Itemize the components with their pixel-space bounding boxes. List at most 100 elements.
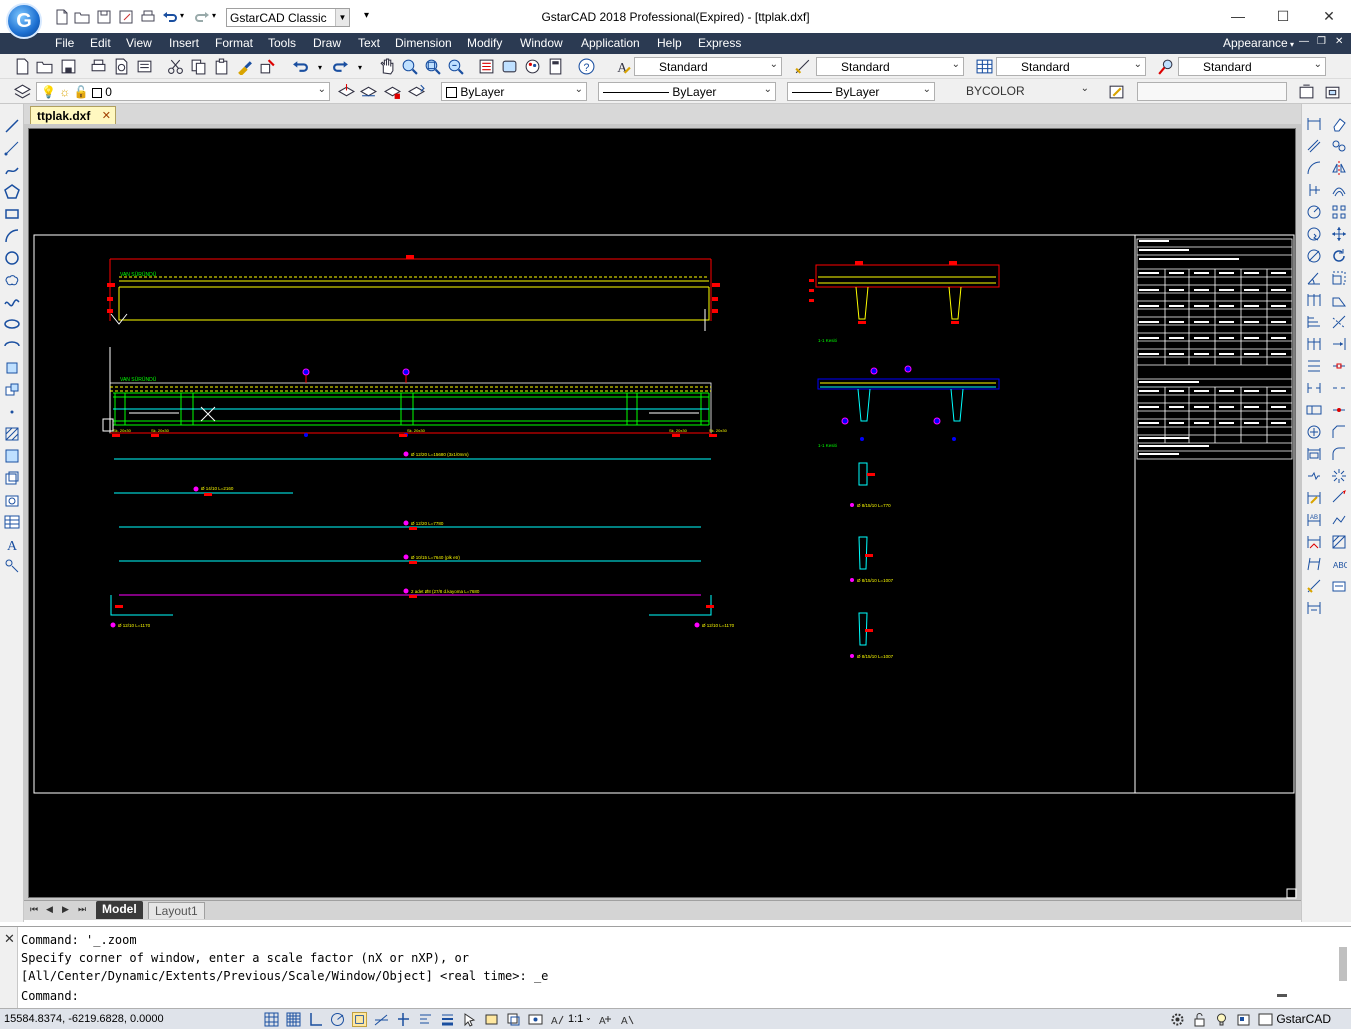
grid-icon[interactable] xyxy=(286,1012,301,1027)
menu-express[interactable]: Express xyxy=(698,36,741,50)
layer-previous-icon[interactable] xyxy=(360,83,377,100)
command-collapse-icon[interactable]: ▬ xyxy=(1277,989,1287,1000)
workspace-gear-icon[interactable] xyxy=(1170,1012,1185,1027)
menu-help[interactable]: Help xyxy=(657,36,682,50)
inspect-icon[interactable] xyxy=(1306,446,1322,462)
lineweight-icon[interactable] xyxy=(440,1012,455,1027)
hardware-acceleration-icon[interactable] xyxy=(1214,1012,1229,1027)
trim-icon[interactable] xyxy=(1331,314,1347,330)
fillet-icon[interactable] xyxy=(1331,446,1347,462)
help-icon[interactable]: ? xyxy=(578,58,595,75)
match-properties-icon[interactable] xyxy=(236,58,253,75)
annotation-add-icon[interactable]: A xyxy=(598,1012,613,1027)
scale-icon[interactable] xyxy=(1331,270,1347,286)
minimize-button[interactable]: — xyxy=(1228,6,1248,26)
ellipse-arc-icon[interactable] xyxy=(4,338,20,354)
color-select[interactable]: ByLayer ⌄ xyxy=(441,82,587,101)
app-logo-icon[interactable]: G xyxy=(6,3,42,39)
continue-dimension-icon[interactable] xyxy=(1306,336,1322,352)
menu-format[interactable]: Format xyxy=(215,36,253,50)
block-editor-icon[interactable] xyxy=(259,58,276,75)
close-button[interactable]: ✕ xyxy=(1319,6,1339,26)
annotation-scale-icon[interactable]: A xyxy=(550,1012,565,1027)
dim-style-select[interactable]: Standard ⌄ xyxy=(816,57,964,76)
polyline-icon[interactable] xyxy=(4,162,20,178)
dimension-edit-icon[interactable] xyxy=(1306,490,1322,506)
menu-edit[interactable]: Edit xyxy=(90,36,111,50)
dim-style-icon[interactable] xyxy=(794,58,811,75)
region-icon[interactable] xyxy=(4,470,20,486)
mirror-icon[interactable] xyxy=(1331,160,1347,176)
doc-close-button[interactable]: ✕ xyxy=(1335,36,1343,47)
join-icon[interactable] xyxy=(1331,402,1347,418)
pan-icon[interactable] xyxy=(378,58,395,75)
tab-layout1[interactable]: Layout1 xyxy=(148,902,205,919)
osnap-icon[interactable] xyxy=(352,1012,367,1027)
annotation-scale-value[interactable]: 1:1 xyxy=(568,1013,583,1025)
circle-icon[interactable] xyxy=(4,250,20,266)
close-icon[interactable]: ✕ xyxy=(4,931,15,947)
arc-length-icon[interactable] xyxy=(1306,160,1322,176)
ray-icon[interactable] xyxy=(4,140,20,156)
polygon-icon[interactable] xyxy=(4,184,20,200)
aligned-dimension-icon[interactable] xyxy=(1306,138,1322,154)
insert-block-icon[interactable] xyxy=(4,360,20,376)
oblique-icon[interactable] xyxy=(1306,556,1322,572)
add-selected-icon[interactable] xyxy=(4,558,20,574)
layer-manager-icon[interactable] xyxy=(14,83,31,100)
hatch-icon[interactable] xyxy=(4,426,20,442)
menu-tools[interactable]: Tools xyxy=(268,36,296,50)
plot-icon[interactable] xyxy=(90,58,107,75)
quick-dimension-icon[interactable] xyxy=(1306,292,1322,308)
tool-palettes-icon[interactable] xyxy=(524,58,541,75)
edit-hatch-icon[interactable] xyxy=(1331,534,1347,550)
gradient-icon[interactable] xyxy=(4,448,20,464)
layer-isolate-icon[interactable] xyxy=(408,83,425,100)
annotation-visibility-icon[interactable] xyxy=(528,1012,543,1027)
save-icon[interactable] xyxy=(60,58,77,75)
table-style-icon[interactable] xyxy=(976,58,993,75)
command-prompt[interactable]: Command: xyxy=(21,989,79,1003)
erase-icon[interactable] xyxy=(1331,116,1347,132)
break-point-icon[interactable] xyxy=(1331,358,1347,374)
paste-icon[interactable] xyxy=(213,58,230,75)
zoom-realtime-icon[interactable] xyxy=(401,58,418,75)
first-tab-icon[interactable]: ⏮ xyxy=(30,904,38,915)
rectangle-icon[interactable] xyxy=(4,206,20,222)
print-preview-icon[interactable] xyxy=(113,58,130,75)
last-tab-icon[interactable]: ⏭ xyxy=(78,904,86,915)
menu-file[interactable]: File xyxy=(55,36,74,50)
lengthen-icon[interactable] xyxy=(1331,490,1347,506)
jogged-linear-icon[interactable] xyxy=(1306,468,1322,484)
stretch-icon[interactable] xyxy=(1331,292,1347,308)
rotate-icon[interactable] xyxy=(1331,248,1347,264)
radius-dimension-icon[interactable] xyxy=(1306,204,1322,220)
point-icon[interactable] xyxy=(4,404,20,420)
polar-icon[interactable] xyxy=(330,1012,345,1027)
edit-text-icon[interactable]: ABC xyxy=(1331,556,1347,572)
menu-modify[interactable]: Modify xyxy=(467,36,502,50)
text-style-icon[interactable]: A xyxy=(614,58,631,75)
text-edit-icon[interactable] xyxy=(1108,83,1125,100)
menu-dimension[interactable]: Dimension xyxy=(395,36,452,50)
tolerance-icon[interactable] xyxy=(1306,402,1322,418)
table-style-select[interactable]: Standard ⌄ xyxy=(996,57,1146,76)
line-icon[interactable] xyxy=(4,118,20,134)
copy-object-icon[interactable] xyxy=(1331,138,1347,154)
lineweight-select[interactable]: ByLayer ⌄ xyxy=(787,82,935,101)
doc-minimize-button[interactable]: — xyxy=(1299,36,1309,47)
selection-cycling-icon[interactable] xyxy=(506,1012,521,1027)
dimension-break-icon[interactable] xyxy=(1306,380,1322,396)
dimension-update-icon[interactable] xyxy=(1306,534,1322,550)
move-icon[interactable] xyxy=(1331,226,1347,242)
prev-tab-icon[interactable]: ◀ xyxy=(46,904,53,915)
model-space-canvas[interactable]: VAN SÜRÜNDÜ VAN SÜRÜNDÜ Sk. 20x30 Sk. 20… xyxy=(28,128,1297,899)
properties-icon[interactable] xyxy=(478,58,495,75)
array-icon[interactable] xyxy=(1331,204,1347,220)
ordinate-dimension-icon[interactable] xyxy=(1306,182,1322,198)
undo-dropdown-icon[interactable]: ▾ xyxy=(318,63,322,72)
new-icon[interactable] xyxy=(14,58,31,75)
document-tab[interactable]: ttplak.dxf ✕ xyxy=(30,106,116,124)
chevron-down-icon[interactable]: ⌄ xyxy=(585,1013,592,1022)
menu-application[interactable]: Application xyxy=(581,36,640,50)
